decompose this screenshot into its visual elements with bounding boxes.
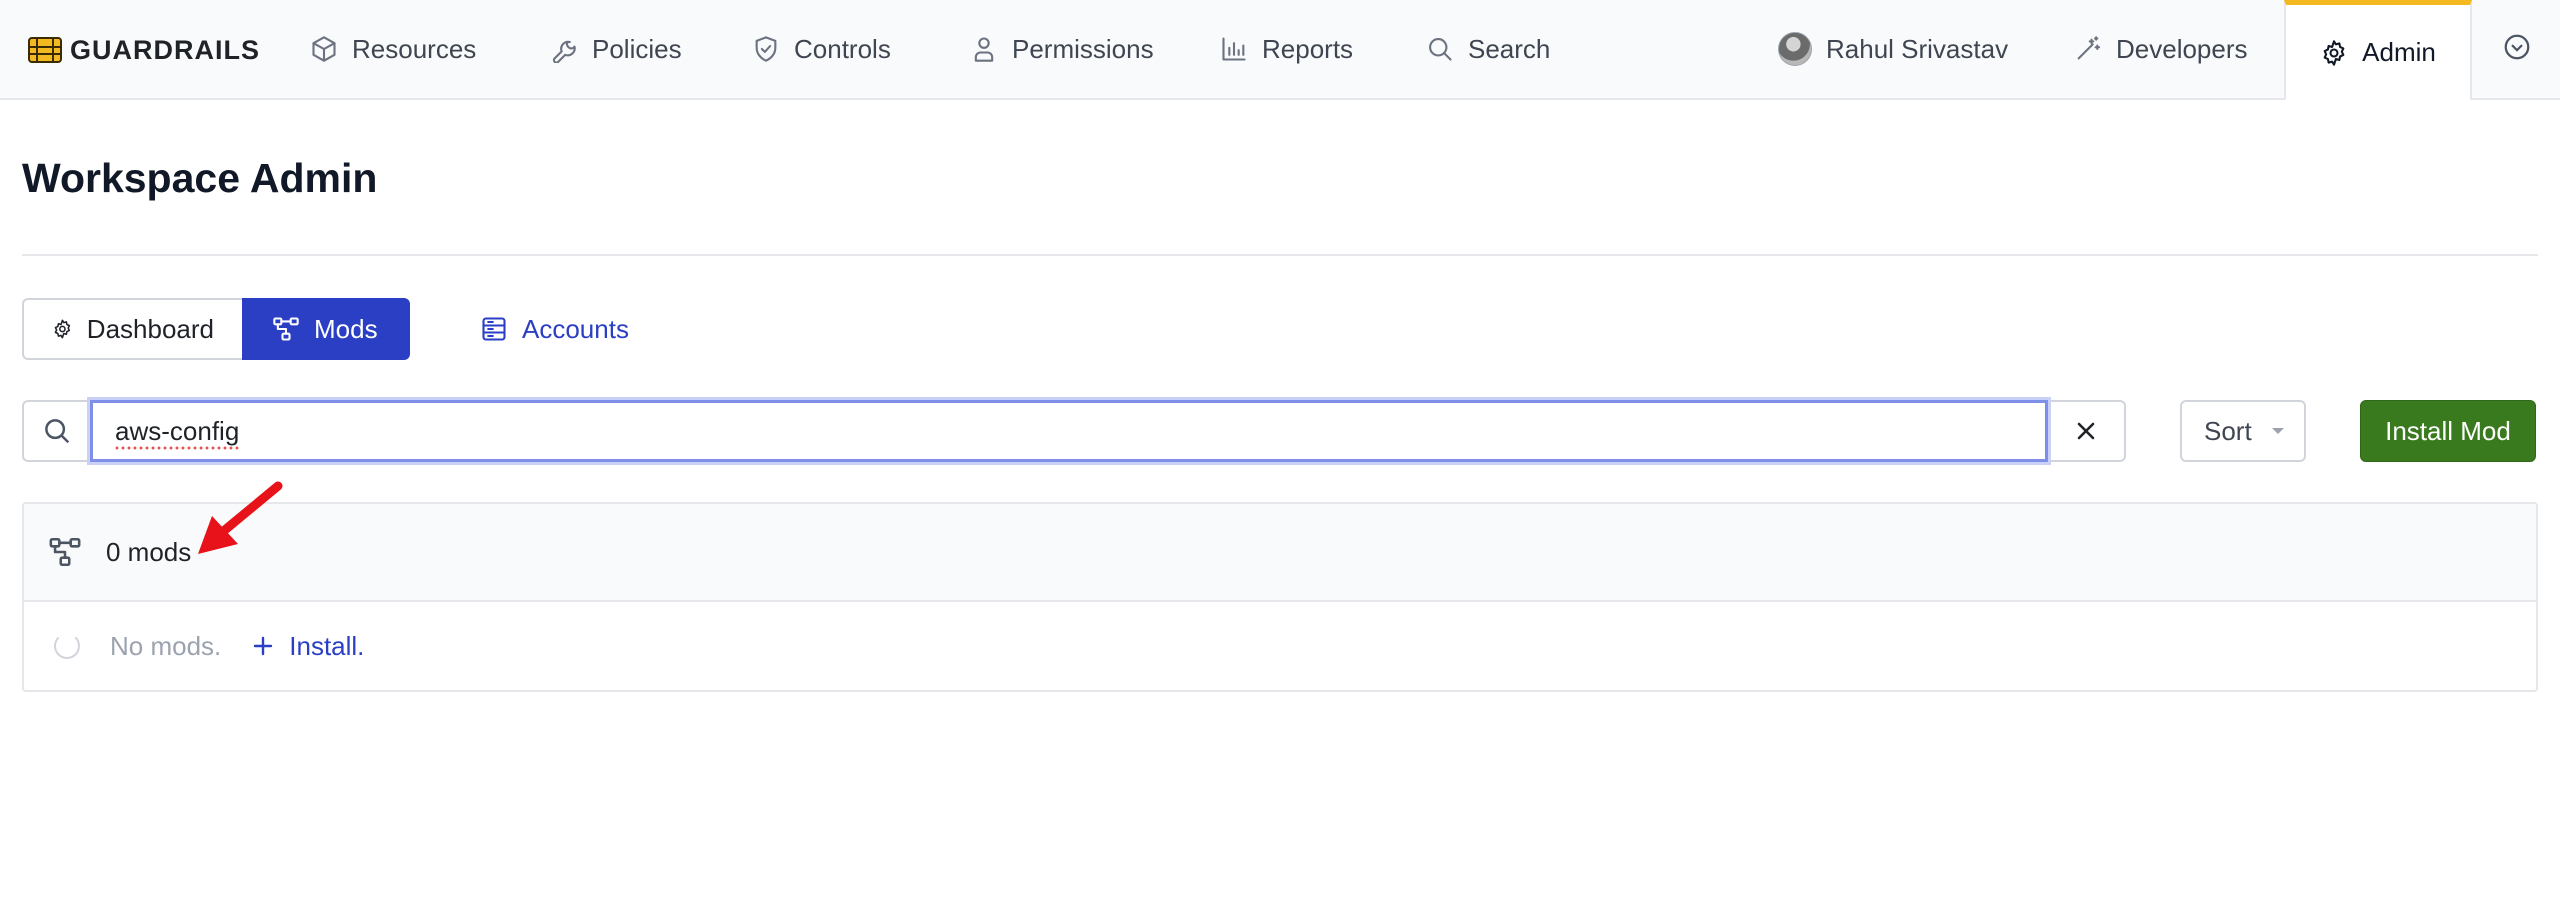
plus-icon [254, 636, 273, 656]
accounts-icon [482, 317, 506, 341]
user-name: Rahul Srivastav [1826, 33, 2009, 64]
tab-mods-label: Mods [314, 313, 378, 344]
tab-dashboard-label: Dashboard [86, 313, 214, 344]
nav-resources[interactable]: Resources [310, 0, 476, 98]
empty-state-text: No mods. [110, 630, 222, 661]
nav-policies[interactable]: Policies [550, 0, 682, 98]
nav-resources-label: Resources [352, 33, 477, 64]
mods-tree-icon [49, 537, 81, 567]
brand[interactable]: GUARDRAILS [28, 30, 260, 70]
user-badge-icon [974, 37, 994, 62]
shield-check-icon [755, 36, 777, 62]
nav-permissions[interactable]: Permissions [970, 0, 1154, 98]
chevron-down-circle-icon [2504, 34, 2530, 60]
nav-admin[interactable]: Admin [2284, 0, 2472, 100]
spellcheck-underline [114, 446, 240, 450]
nav-controls-label: Controls [794, 33, 891, 64]
header-divider [22, 254, 2538, 256]
cube-icon [312, 36, 336, 62]
install-link[interactable]: Install. [251, 631, 364, 662]
annotation-arrow-icon [198, 481, 283, 554]
caret-down-icon [2271, 428, 2284, 434]
close-icon [2077, 422, 2095, 440]
gear-icon [2323, 39, 2345, 66]
brand-name: GUARDRAILS [70, 34, 260, 65]
admin-tabs: Dashboard Mods Accounts [22, 298, 629, 360]
nav-policies-label: Policies [592, 33, 682, 64]
mods-search-group [22, 400, 2126, 462]
nav-reports[interactable]: Reports [1220, 0, 1353, 98]
magic-wand-icon [2077, 36, 2101, 60]
mods-results-panel: 0 mods No mods. Install. [22, 502, 2538, 692]
nav-developers-label: Developers [2116, 33, 2248, 64]
search-icon-box [22, 400, 90, 462]
mods-panel-header: 0 mods [24, 504, 2536, 602]
nav-reports-label: Reports [1262, 33, 1354, 64]
nav-user-profile[interactable]: Rahul Srivastav [1778, 0, 2008, 98]
nav-controls[interactable]: Controls [752, 0, 891, 98]
mods-tree-icon [273, 317, 299, 341]
install-link-label: Install. [289, 630, 365, 661]
sort-label: Sort [2204, 415, 2252, 446]
search-input[interactable] [90, 400, 2048, 462]
install-mod-button[interactable]: Install Mod [2360, 400, 2536, 462]
loading-spinner-icon [54, 633, 80, 659]
bar-chart-icon [1222, 37, 1246, 61]
tab-accounts-label: Accounts [522, 313, 629, 344]
nav-permissions-label: Permissions [1012, 33, 1154, 64]
mods-count: 0 mods [106, 536, 192, 567]
guardrails-logo-icon [28, 37, 62, 63]
gear-icon [54, 319, 71, 339]
nav-developers[interactable]: Developers [2074, 0, 2248, 98]
top-navigation-bar: GUARDRAILS Resources Policies Controls P… [0, 0, 2560, 100]
tab-mods[interactable]: Mods [242, 298, 410, 360]
nav-search-label: Search [1468, 33, 1551, 64]
mods-panel-body: No mods. Install. [24, 602, 2536, 690]
tab-accounts[interactable]: Accounts [462, 298, 647, 360]
search-icon [45, 419, 70, 444]
page-title: Workspace Admin [22, 155, 378, 201]
tab-dashboard[interactable]: Dashboard [22, 298, 242, 360]
nav-more-menu[interactable] [2502, 32, 2536, 66]
wrench-icon [552, 40, 576, 63]
search-icon [1429, 38, 1452, 61]
nav-admin-label: Admin [2362, 37, 2436, 67]
search-input-wrapper [90, 400, 2048, 462]
avatar [1778, 32, 1812, 66]
clear-search-button[interactable] [2048, 400, 2126, 462]
nav-search[interactable]: Search [1426, 0, 1550, 98]
sort-dropdown[interactable]: Sort [2180, 400, 2306, 462]
